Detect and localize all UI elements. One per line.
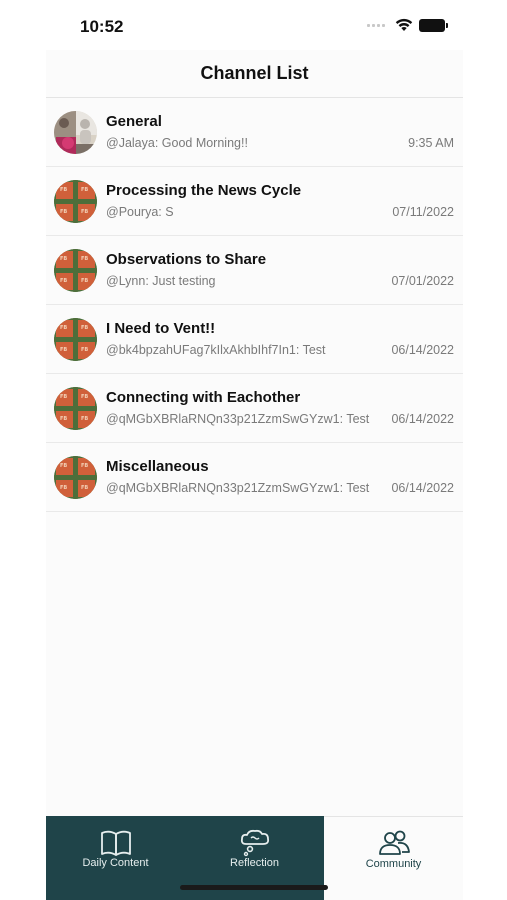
tab-daily-content[interactable]: Daily Content (46, 816, 185, 900)
channel-last-message: @qMGbXBRlaRNQn33p21ZzmSwGYzw1: Test (106, 481, 370, 495)
fb-tile-avatar-icon: FB FB FB FB (54, 318, 97, 361)
svg-text:FB: FB (81, 187, 88, 193)
page-title: Channel List (200, 63, 309, 83)
tab-label: Reflection (230, 857, 279, 869)
channel-row-connecting-with-eachother[interactable]: FB FB FB FB Connecting with Eachother @qMG… (46, 374, 463, 443)
channel-timestamp: 06/14/2022 (391, 412, 454, 426)
status-icons (367, 18, 448, 32)
svg-text:FB: FB (60, 256, 67, 262)
svg-text:FB: FB (60, 187, 67, 193)
nav-header: Channel List (46, 50, 463, 98)
channel-avatar: FB FB FB FB (54, 456, 97, 499)
channel-name: Observations to Share (106, 251, 267, 268)
channel-timestamp: 9:35 AM (408, 136, 454, 150)
cellular-signal-icon (367, 23, 385, 27)
people-icon (378, 830, 410, 855)
channel-name: I Need to Vent!! (106, 320, 216, 337)
channel-list: General @Jalaya: Good Morning!! 9:35 AM … (46, 98, 463, 512)
channel-row-processing-news-cycle[interactable]: FB FB FB FB Processing the News Cycle @Pou… (46, 167, 463, 236)
svg-text:FB: FB (81, 485, 88, 491)
channel-row-i-need-to-vent[interactable]: FB FB FB FB I Need to Vent!! @bk4bpzahUFag… (46, 305, 463, 374)
svg-text:FB: FB (81, 209, 88, 215)
svg-text:FB: FB (60, 347, 67, 353)
thought-bubble-icon (240, 829, 269, 857)
channel-name: Connecting with Eachother (106, 389, 301, 406)
svg-text:FB: FB (60, 209, 67, 215)
svg-text:FB: FB (60, 485, 67, 491)
channel-avatar: FB FB FB FB (54, 180, 97, 223)
book-icon (100, 830, 131, 856)
svg-text:FB: FB (81, 325, 88, 331)
channel-avatar (54, 111, 97, 154)
channel-timestamp: 07/01/2022 (391, 274, 454, 288)
svg-text:FB: FB (81, 463, 88, 469)
channel-name: Processing the News Cycle (106, 182, 302, 199)
fb-tile-avatar-icon: FB FB FB FB (54, 387, 97, 430)
status-bar: 10:52 (0, 0, 507, 50)
channel-last-message: @qMGbXBRlaRNQn33p21ZzmSwGYzw1: Test (106, 412, 370, 426)
channel-last-message: @bk4bpzahUFag7kIlxAkhbIhf7In1: Test (106, 343, 326, 357)
svg-text:FB: FB (81, 394, 88, 400)
status-time: 10:52 (80, 17, 124, 36)
battery-icon (419, 18, 448, 32)
fb-tile-avatar-icon: FB FB FB FB (54, 180, 97, 223)
svg-text:FB: FB (81, 278, 88, 284)
tab-label: Daily Content (82, 857, 149, 869)
channel-timestamp: 07/11/2022 (392, 205, 454, 219)
channel-row-observations-to-share[interactable]: FB FB FB FB Observations to Share @Lynn: J… (46, 236, 463, 305)
tab-community[interactable]: Community (324, 816, 463, 900)
app-frame: Channel List General @Jalaya: Good Morni… (46, 50, 463, 900)
fb-tile-avatar-icon: FB FB FB FB (54, 456, 97, 499)
channel-avatar: FB FB FB FB (54, 318, 97, 361)
home-indicator[interactable] (180, 885, 328, 890)
svg-text:FB: FB (60, 394, 67, 400)
channel-last-message: @Lynn: Just testing (106, 274, 216, 288)
channel-timestamp: 06/14/2022 (391, 343, 454, 357)
fb-tile-avatar-icon: FB FB FB FB (54, 249, 97, 292)
svg-text:FB: FB (81, 256, 88, 262)
channel-last-message: @Jalaya: Good Morning!! (106, 136, 248, 150)
photo-avatar-icon (54, 111, 97, 154)
svg-text:FB: FB (81, 347, 88, 353)
channel-timestamp: 06/14/2022 (391, 481, 454, 495)
svg-text:FB: FB (60, 325, 67, 331)
channel-name: General (106, 113, 162, 130)
svg-text:FB: FB (60, 278, 67, 284)
channel-avatar: FB FB FB FB (54, 387, 97, 430)
svg-text:FB: FB (60, 416, 67, 422)
svg-text:FB: FB (60, 463, 67, 469)
channel-last-message: @Pourya: S (106, 205, 174, 219)
wifi-icon (395, 18, 413, 31)
tab-label: Community (365, 858, 422, 870)
channel-name: Miscellaneous (106, 458, 209, 475)
svg-text:FB: FB (81, 416, 88, 422)
channel-row-miscellaneous[interactable]: FB FB FB FB Miscellaneous @qMGbXBRlaRNQn33… (46, 443, 463, 512)
channel-avatar: FB FB FB FB (54, 249, 97, 292)
channel-row-general[interactable]: General @Jalaya: Good Morning!! 9:35 AM (46, 98, 463, 167)
